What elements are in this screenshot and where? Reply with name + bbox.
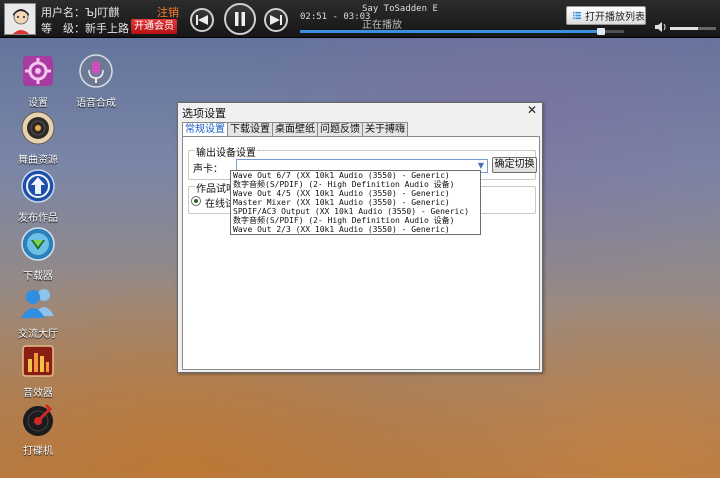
desktop-icon-publish[interactable]: 发布作品 bbox=[10, 168, 66, 224]
time-current: 02:51 bbox=[300, 12, 328, 22]
tab-wallpaper[interactable]: 桌面壁纸 bbox=[272, 122, 318, 137]
open-playlist-label: 打开播放列表 bbox=[585, 12, 645, 23]
time-separator: - bbox=[327, 12, 344, 22]
time-display: 02:51 - 03:03 bbox=[300, 12, 370, 22]
tab-feedback[interactable]: 问题反馈 bbox=[317, 122, 363, 137]
settings-icon bbox=[23, 56, 53, 86]
progress-knob[interactable] bbox=[596, 28, 605, 35]
tab-download[interactable]: 下载设置 bbox=[227, 122, 273, 137]
desktop-icon-sound-effects[interactable]: 音效器 bbox=[10, 343, 66, 399]
username-label: 用户名： bbox=[41, 6, 85, 19]
dropdown-option[interactable]: Wave Out 4/5 (XX 10k1 Audio (3550) - Gen… bbox=[231, 189, 480, 198]
close-icon[interactable]: ✕ bbox=[526, 104, 538, 116]
vinyl-disc-icon bbox=[21, 111, 55, 145]
vip-button[interactable]: 开通会员 bbox=[131, 19, 177, 34]
desktop-icon-settings[interactable]: 设置 bbox=[10, 53, 66, 109]
desktop-icon-label: 交流大厅 bbox=[18, 329, 58, 340]
previous-icon bbox=[196, 15, 208, 25]
desktop-icon-label: 舞曲资源 bbox=[18, 155, 58, 166]
desktop-icon-label: 语音合成 bbox=[76, 98, 116, 109]
download-icon bbox=[21, 227, 55, 261]
desktop-icon-turntable[interactable]: 打碟机 bbox=[10, 401, 66, 457]
top-bar: 用户名：ЪJ叮麒 等 级：新手上路 注销 开通会员 02:51 - 03:03 … bbox=[0, 0, 720, 38]
desktop-icon-label: 发布作品 bbox=[18, 213, 58, 224]
previous-button[interactable] bbox=[190, 8, 214, 32]
soundcard-dropdown-list: Wave Out 6/7 (XX 10k1 Audio (3550) - Gen… bbox=[230, 170, 481, 235]
tab-about[interactable]: 关于搏嗨 bbox=[362, 122, 408, 137]
avatar-icon bbox=[5, 4, 35, 34]
open-playlist-button[interactable]: 打开播放列表 bbox=[566, 6, 646, 25]
equalizer-icon bbox=[22, 345, 54, 377]
desktop-icon-label: 音效器 bbox=[23, 388, 53, 399]
pause-icon bbox=[235, 12, 245, 26]
level-label: 等 级： bbox=[41, 22, 85, 35]
confirm-switch-button[interactable]: 确定切换 bbox=[492, 157, 537, 173]
desktop-icon-downloader[interactable]: 下载器 bbox=[10, 226, 66, 282]
volume-icon[interactable] bbox=[655, 22, 667, 35]
list-icon bbox=[573, 11, 581, 20]
logout-link[interactable]: 注销 bbox=[157, 4, 179, 20]
next-button[interactable] bbox=[264, 8, 288, 32]
level-row: 等 级：新手上路 bbox=[41, 20, 129, 36]
avatar[interactable] bbox=[4, 3, 36, 35]
dropdown-option[interactable]: Wave Out 6/7 (XX 10k1 Audio (3550) - Gen… bbox=[231, 171, 480, 180]
microphone-icon bbox=[79, 54, 113, 88]
desktop-icon-label: 设置 bbox=[28, 98, 48, 109]
desktop-icon-label: 下载器 bbox=[23, 271, 53, 282]
upload-icon bbox=[21, 169, 55, 203]
options-dialog: 选项设置 ✕ 常规设置 下载设置 桌面壁纸 问题反馈 关于搏嗨 输出设备设置 声… bbox=[177, 102, 543, 373]
desktop-icon-label: 打碟机 bbox=[23, 446, 53, 457]
volume-slider[interactable] bbox=[670, 27, 716, 30]
song-title: Say ToSadden E bbox=[362, 4, 438, 14]
output-group-title: 输出设备设置 bbox=[195, 144, 257, 159]
desktop-icon-chat-hall[interactable]: 交流大厅 bbox=[10, 284, 66, 340]
soundcard-label: 声卡： bbox=[193, 164, 223, 175]
tab-bar: 常规设置 下载设置 桌面壁纸 问题反馈 关于搏嗨 bbox=[182, 122, 408, 138]
next-icon bbox=[270, 15, 282, 25]
dialog-title: 选项设置 bbox=[182, 107, 226, 120]
username-row: 用户名：ЪJ叮麒 bbox=[41, 4, 119, 20]
level: 新手上路 bbox=[85, 22, 129, 35]
dropdown-option[interactable]: SPDIF/AC3 Output (XX 10k1 Audio (3550) -… bbox=[231, 207, 480, 216]
chat-people-icon bbox=[21, 289, 54, 318]
online-preview-radio[interactable] bbox=[191, 196, 201, 206]
desktop-icon-voice-synthesis[interactable]: 语音合成 bbox=[68, 53, 124, 109]
dropdown-option[interactable]: Master Mixer (XX 10k1 Audio (3550) - Gen… bbox=[231, 198, 480, 207]
progress-fill bbox=[300, 30, 605, 33]
progress-bar[interactable] bbox=[300, 28, 624, 35]
dropdown-option[interactable]: 数字音频(S/PDIF) (2- High Definition Audio 设… bbox=[231, 216, 480, 225]
volume-fill bbox=[670, 27, 698, 30]
dropdown-option[interactable]: Wave Out 2/3 (XX 10k1 Audio (3550) - Gen… bbox=[231, 225, 480, 234]
play-status: 正在播放 bbox=[362, 20, 402, 31]
turntable-icon bbox=[23, 403, 53, 436]
pause-button[interactable] bbox=[224, 3, 256, 35]
desktop-icon-dance-resources[interactable]: 舞曲资源 bbox=[10, 110, 66, 166]
dropdown-option[interactable]: 数字音频(S/PDIF) (2- High Definition Audio 设… bbox=[231, 180, 480, 189]
username: ЪJ叮麒 bbox=[85, 6, 120, 19]
